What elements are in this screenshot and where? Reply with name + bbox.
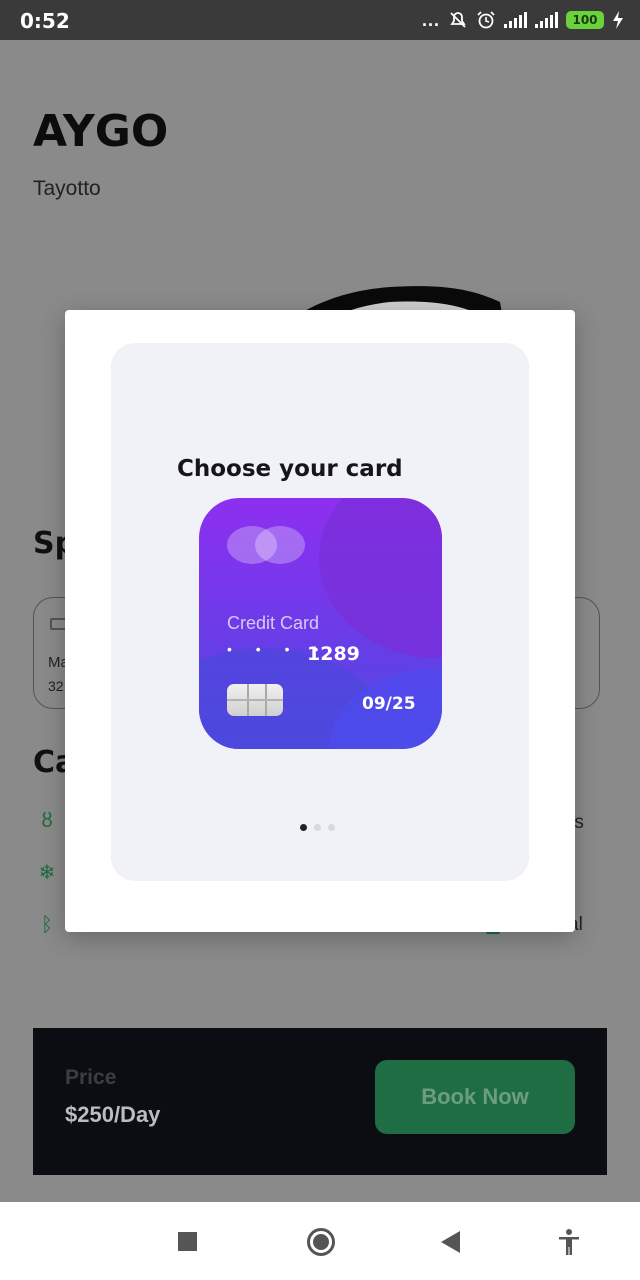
card-last-digits: 1289 <box>307 643 360 665</box>
card-chip-icon <box>227 684 283 716</box>
book-now-button[interactable]: Book Now <box>375 1060 575 1134</box>
battery-icon: 100 <box>566 11 604 29</box>
card-pager <box>300 824 335 831</box>
card-brand-logo-icon <box>255 526 305 564</box>
back-button[interactable] <box>441 1231 460 1253</box>
pager-dot[interactable] <box>300 824 307 831</box>
more-notifications-icon: ... <box>421 9 440 30</box>
car-title: AYGO <box>33 106 169 157</box>
pager-dot[interactable] <box>328 824 335 831</box>
price-value: $250/Day <box>65 1102 161 1127</box>
card-chooser-dialog: Choose your card Credit Card • • • • 128… <box>65 310 575 932</box>
card-expiry: 09/25 <box>362 694 416 714</box>
seat-icon: ȣ <box>41 810 53 832</box>
spec-value: 32 <box>48 678 64 694</box>
charging-icon <box>613 11 623 29</box>
credit-card[interactable]: Credit Card • • • • 1289 09/25 <box>199 498 442 749</box>
card-type-label: Credit Card <box>227 613 320 633</box>
bluetooth-icon: ᛒ <box>41 914 53 936</box>
price-label: Price <box>65 1066 117 1089</box>
accessibility-icon[interactable] <box>556 1228 582 1256</box>
dialog-title: Choose your card <box>177 456 403 482</box>
signal-1-icon <box>504 12 527 28</box>
status-time: 0:52 <box>20 9 70 33</box>
mute-icon <box>450 12 466 28</box>
home-button[interactable] <box>307 1228 335 1256</box>
navigation-bar <box>0 1202 640 1280</box>
status-bar: 0:52 ... 100 <box>0 0 640 40</box>
car-subtitle: Tayotto <box>33 177 101 200</box>
status-icons: ... 100 <box>422 8 624 32</box>
recent-apps-button[interactable] <box>178 1232 197 1251</box>
pager-dot[interactable] <box>314 824 321 831</box>
snowflake-icon: ❄ <box>38 862 56 884</box>
price-bar: Price $250/Day Book Now <box>33 1028 607 1175</box>
card-decoration <box>319 498 442 658</box>
alarm-icon <box>477 11 495 29</box>
signal-2-icon <box>535 12 558 28</box>
card-chooser-panel: Choose your card Credit Card • • • • 128… <box>111 343 529 881</box>
